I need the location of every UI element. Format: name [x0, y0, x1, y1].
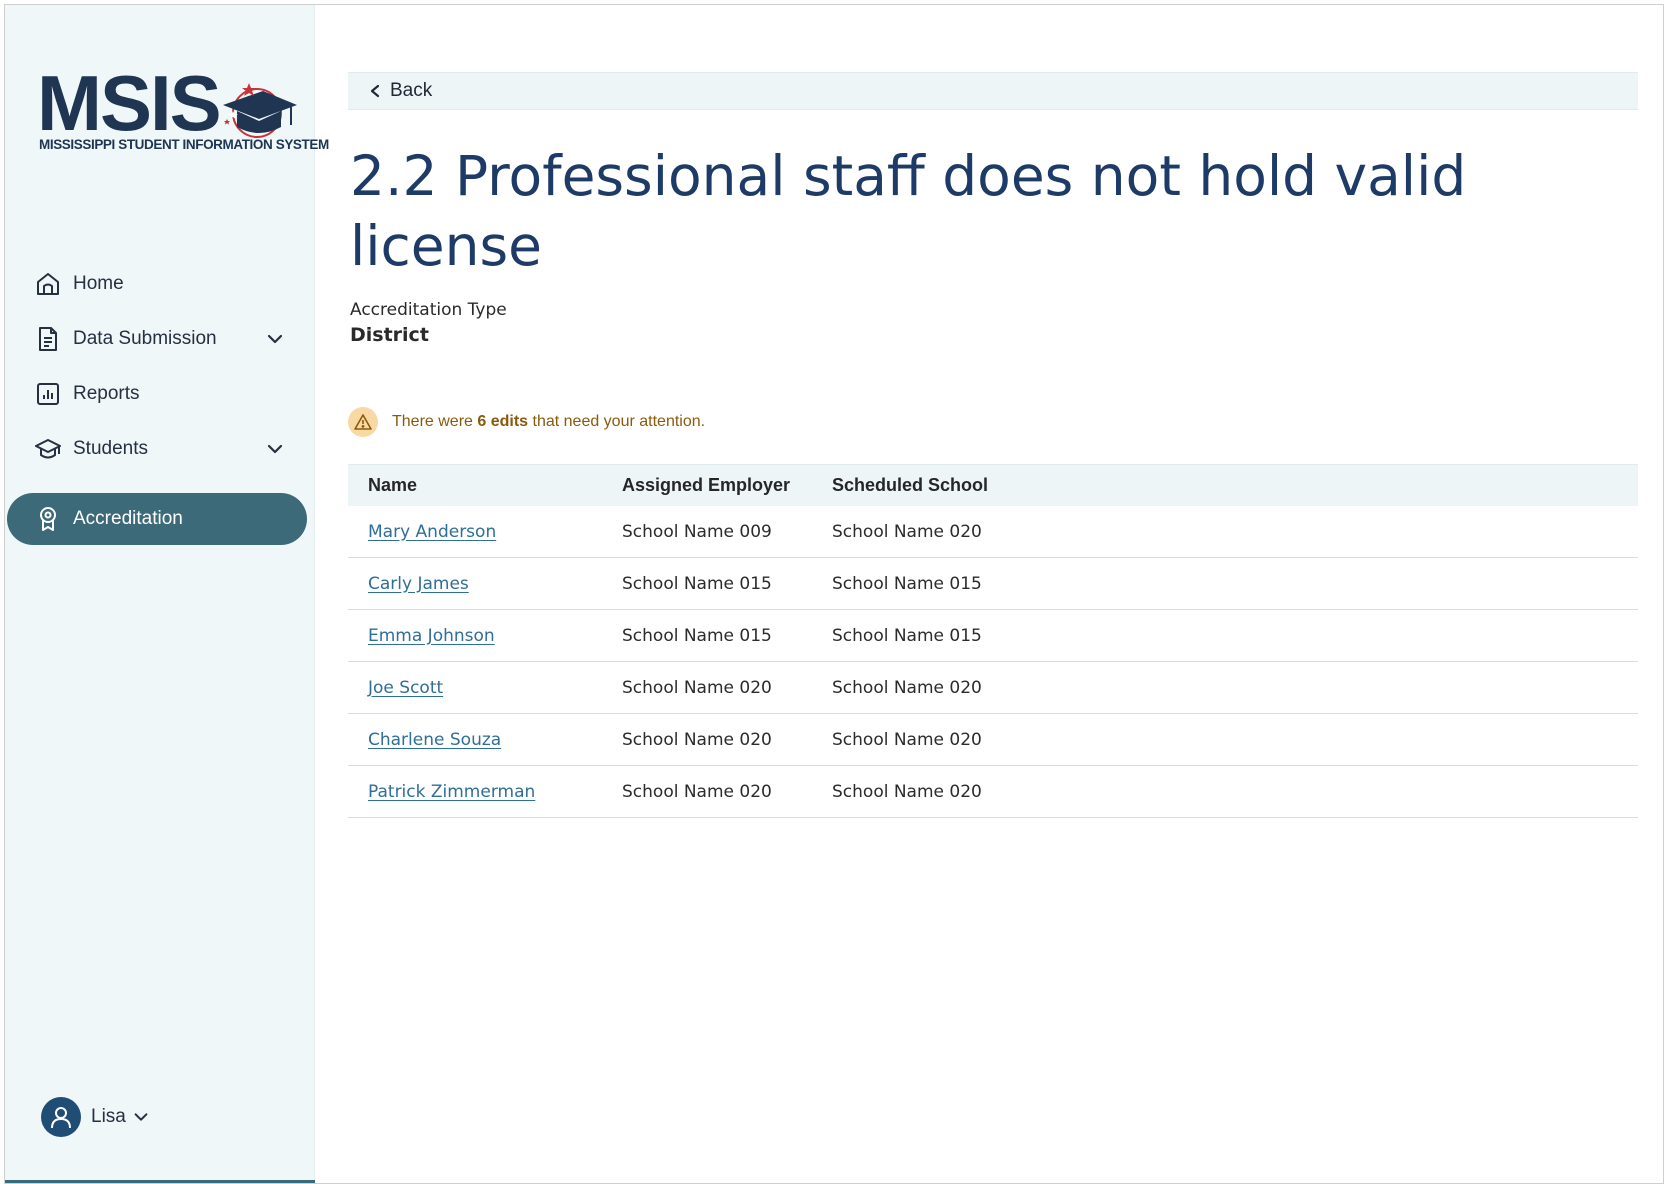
logo-title: MSIS — [37, 59, 222, 147]
sidebar-item-reports[interactable]: Reports — [7, 368, 307, 420]
award-ribbon-icon — [35, 506, 61, 532]
edits-table: Name Assigned Employer Scheduled School … — [348, 464, 1638, 818]
assigned-employer-cell: School Name 020 — [622, 677, 772, 698]
back-button[interactable]: Back — [348, 72, 1638, 110]
staff-name-link[interactable]: Emma Johnson — [368, 626, 495, 646]
table-row: Carly James School Name 015 School Name … — [348, 558, 1638, 610]
scheduled-school-cell: School Name 015 — [832, 573, 982, 594]
column-header-assigned-employer[interactable]: Assigned Employer — [622, 475, 832, 496]
scheduled-school-cell: School Name 015 — [832, 625, 982, 646]
scheduled-school-cell: School Name 020 — [832, 521, 982, 542]
accreditation-type-label: Accreditation Type — [350, 300, 507, 320]
scheduled-school-cell: School Name 020 — [832, 781, 982, 802]
staff-name-link[interactable]: Patrick Zimmerman — [368, 782, 535, 802]
column-header-name[interactable]: Name — [348, 475, 622, 496]
sidebar-item-label: Home — [73, 273, 124, 294]
document-icon — [35, 326, 61, 352]
chevron-left-icon — [368, 83, 382, 99]
table-header: Name Assigned Employer Scheduled School — [348, 464, 1638, 506]
assigned-employer-cell: School Name 009 — [622, 521, 772, 542]
assigned-employer-cell: School Name 015 — [622, 573, 772, 594]
assigned-employer-cell: School Name 020 — [622, 781, 772, 802]
alert-text: There were 6 edits that need your attent… — [392, 413, 706, 430]
table-row: Charlene Souza School Name 020 School Na… — [348, 714, 1638, 766]
staff-name-link[interactable]: Mary Anderson — [368, 522, 496, 542]
edits-alert: There were 6 edits that need your attent… — [348, 407, 705, 437]
main-content: Back 2.2 Professional staff does not hol… — [348, 5, 1638, 1183]
sidebar-item-home[interactable]: Home — [7, 258, 307, 310]
back-label: Back — [390, 80, 433, 101]
sidebar-item-data-submission[interactable]: Data Submission — [7, 313, 307, 365]
graduation-cap-icon — [35, 436, 61, 462]
user-icon — [51, 1107, 71, 1129]
table-row: Patrick Zimmerman School Name 020 School… — [348, 766, 1638, 818]
chevron-down-icon[interactable] — [265, 439, 285, 459]
app-window: MSIS MISSISSIPPI STUDENT INFORMATION SYS… — [4, 4, 1664, 1184]
sidebar: MSIS MISSISSIPPI STUDENT INFORMATION SYS… — [5, 5, 329, 1183]
sidebar-item-label: Accreditation — [73, 508, 183, 529]
table-row: Joe Scott School Name 020 School Name 02… — [348, 662, 1638, 714]
scheduled-school-cell: School Name 020 — [832, 729, 982, 750]
user-name: Lisa — [91, 1106, 126, 1127]
sidebar-item-label: Students — [73, 438, 148, 459]
sidebar-item-students[interactable]: Students — [7, 423, 307, 475]
staff-name-link[interactable]: Charlene Souza — [368, 730, 501, 750]
scheduled-school-cell: School Name 020 — [832, 677, 982, 698]
sidebar-bottom-accent — [5, 1180, 315, 1183]
sidebar-item-label: Data Submission — [73, 328, 217, 349]
accreditation-type-value: District — [350, 324, 429, 346]
column-header-scheduled-school[interactable]: Scheduled School — [832, 475, 1132, 496]
sidebar-item-label: Reports — [73, 383, 140, 404]
avatar — [41, 1097, 81, 1137]
home-icon — [35, 271, 61, 297]
chevron-down-icon[interactable] — [132, 1108, 150, 1126]
table-row: Emma Johnson School Name 015 School Name… — [348, 610, 1638, 662]
logo-subtitle: MISSISSIPPI STUDENT INFORMATION SYSTEM — [39, 137, 329, 152]
staff-name-link[interactable]: Joe Scott — [368, 678, 443, 698]
staff-name-link[interactable]: Carly James — [368, 574, 469, 594]
user-menu[interactable]: Lisa — [41, 1097, 150, 1137]
graduation-cap-logo-icon — [223, 83, 297, 138]
msis-logo[interactable]: MSIS MISSISSIPPI STUDENT INFORMATION SYS… — [37, 59, 329, 157]
table-row: Mary Anderson School Name 009 School Nam… — [348, 506, 1638, 558]
assigned-employer-cell: School Name 015 — [622, 625, 772, 646]
page-title: 2.2 Professional staff does not hold val… — [350, 144, 1467, 278]
bar-chart-icon — [35, 381, 61, 407]
alert-edit-count: 6 edits — [477, 413, 529, 430]
sidebar-item-accreditation[interactable]: Accreditation — [7, 493, 307, 545]
chevron-down-icon[interactable] — [265, 329, 285, 349]
assigned-employer-cell: School Name 020 — [622, 729, 772, 750]
warning-icon — [348, 407, 378, 437]
